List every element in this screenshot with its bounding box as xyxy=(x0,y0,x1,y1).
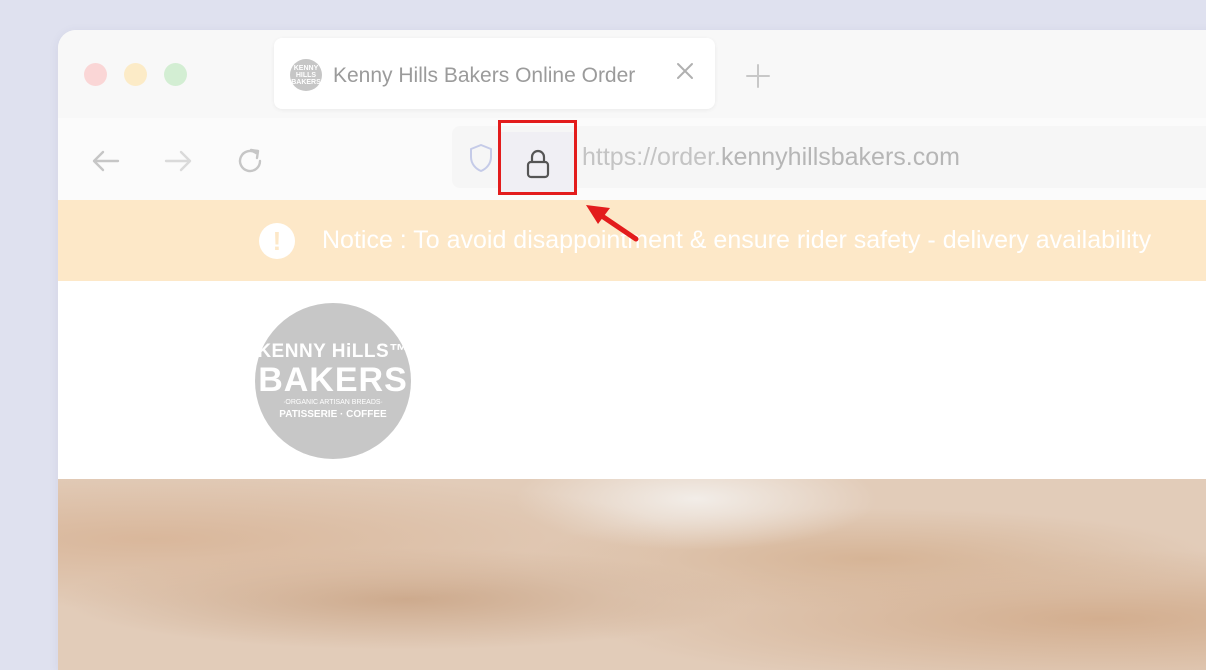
logo-line-3: ·ORGANIC ARTISAN BREADS· xyxy=(283,399,383,406)
notice-text: Notice : To avoid disappointment & ensur… xyxy=(322,226,1152,254)
arrow-left-icon[interactable] xyxy=(90,145,122,177)
url-text[interactable]: https://order.kennyhillsbakers.com xyxy=(582,143,960,172)
close-window-button[interactable] xyxy=(84,63,107,86)
reload-icon[interactable] xyxy=(234,145,266,177)
lock-highlight-box xyxy=(498,120,577,195)
hero-image xyxy=(58,479,1206,670)
logo-line-4: PATISSERIE · COFFEE xyxy=(279,409,387,420)
browser-window: KENNY HILLS BAKERS Kenny Hills Bakers On… xyxy=(58,30,1206,670)
plus-icon[interactable] xyxy=(744,62,772,90)
navigation-toolbar: https://order.kennyhillsbakers.com xyxy=(58,118,1206,200)
kenny-hills-logo[interactable]: KENNY HiLLS™ BAKERS ·ORGANIC ARTISAN BRE… xyxy=(255,303,411,459)
maximize-window-button[interactable] xyxy=(164,63,187,86)
tab-kenny-hills[interactable]: KENNY HILLS BAKERS Kenny Hills Bakers On… xyxy=(274,38,715,109)
exclamation-icon: ! xyxy=(259,223,295,259)
arrow-right-icon[interactable] xyxy=(162,145,194,177)
logo-line-1: KENNY HiLLS™ xyxy=(257,341,409,362)
favicon: KENNY HILLS BAKERS xyxy=(290,59,322,91)
site-header: KENNY HiLLS™ BAKERS ·ORGANIC ARTISAN BRE… xyxy=(58,281,1206,479)
red-arrow xyxy=(586,205,639,242)
url-host: kennyhillsbakers.com xyxy=(720,143,960,171)
tab-title: Kenny Hills Bakers Online Order xyxy=(333,64,636,87)
minimize-window-button[interactable] xyxy=(124,63,147,86)
shield-icon[interactable] xyxy=(468,143,494,173)
tab-bar: KENNY HILLS BAKERS Kenny Hills Bakers On… xyxy=(58,30,1206,118)
close-icon[interactable] xyxy=(674,60,696,82)
url-scheme: https://order. xyxy=(582,143,721,171)
logo-line-2: BAKERS xyxy=(258,361,408,399)
